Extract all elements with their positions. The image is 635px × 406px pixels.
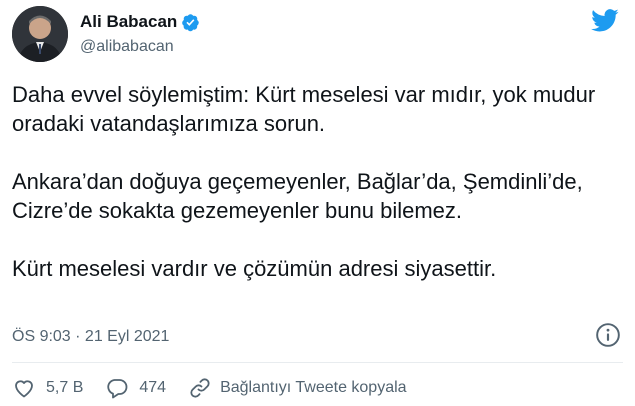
reply-bubble-icon <box>105 376 129 400</box>
verified-badge-icon <box>181 13 200 32</box>
tweet-paragraph-1: Daha evvel söylemiştim: Kürt meselesi va… <box>12 82 596 136</box>
reply-button[interactable]: 474 <box>105 376 166 400</box>
author-name-row[interactable]: Ali Babacan <box>80 11 200 33</box>
copy-link-label: Bağlantıyı Tweete kopyala <box>220 379 407 396</box>
tweet-card: Ali Babacan @alibabacan Daha evvel söyle… <box>0 0 635 406</box>
author-names: Ali Babacan @alibabacan <box>80 11 200 56</box>
reply-count: 474 <box>139 379 167 396</box>
tweet-header: Ali Babacan @alibabacan <box>12 6 621 62</box>
tweet-actions: 5,7 B 474 Bağlantıyı Tweete kopyala <box>12 375 429 401</box>
like-count: 5,7 B <box>46 379 84 396</box>
tweet-paragraph-3: Kürt meselesi vardır ve çözümün adresi s… <box>12 256 497 281</box>
copy-link-button[interactable]: Bağlantıyı Tweete kopyala <box>188 376 407 400</box>
avatar[interactable] <box>12 6 68 62</box>
author-display-name[interactable]: Ali Babacan <box>80 12 177 32</box>
twitter-bird-icon[interactable] <box>589 6 621 34</box>
tweet-text: Daha evvel söylemiştim: Kürt meselesi va… <box>12 80 622 283</box>
tweet-timestamp[interactable]: ÖS 9:03 · 21 Eyl 2021 <box>12 328 169 346</box>
info-icon[interactable] <box>595 322 621 348</box>
like-button[interactable]: 5,7 B <box>12 376 83 400</box>
heart-icon <box>12 376 36 400</box>
tweet-paragraph-2: Ankara’dan doğuya geçemeyenler, Bağlar’d… <box>12 169 583 223</box>
link-icon <box>188 376 212 400</box>
author-handle[interactable]: @alibabacan <box>80 38 200 56</box>
divider <box>12 362 623 363</box>
